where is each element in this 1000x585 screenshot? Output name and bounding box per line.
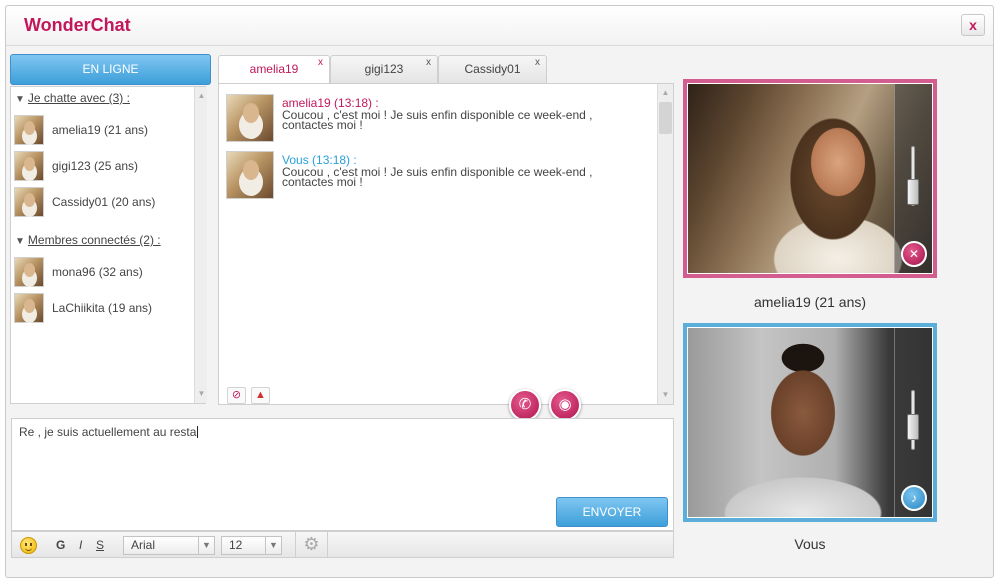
tab-close-icon[interactable]: x: [318, 50, 323, 76]
contact-item[interactable]: amelia19 (21 ans): [14, 115, 192, 147]
avatar: [14, 257, 44, 287]
webcam-icon[interactable]: ◉: [549, 389, 581, 421]
scroll-down-arrow-icon[interactable]: ▼: [659, 388, 672, 402]
underline-button[interactable]: S: [96, 538, 104, 552]
volume-control: ♪: [894, 328, 932, 517]
avatar: [14, 187, 44, 217]
contact-name: amelia19 (21 ans): [52, 123, 149, 137]
font-size-select[interactable]: 12 ▼: [221, 536, 282, 555]
tab-close-icon[interactable]: x: [535, 50, 540, 76]
contact-name: LaChiikita (19 ans): [52, 301, 153, 315]
italic-button[interactable]: I: [79, 538, 82, 552]
contacts-scrollbar[interactable]: ▲ ▼: [194, 87, 207, 403]
title-bar: WonderChat x: [6, 6, 993, 46]
collapse-triangle-icon: ▼: [15, 94, 25, 105]
contact-name: mona96 (32 ans): [52, 265, 143, 279]
contact-item[interactable]: gigi123 (25 ans): [14, 151, 192, 183]
contact-name: gigi123 (25 ans): [52, 159, 139, 173]
scroll-thumb[interactable]: [659, 102, 672, 134]
speaker-icon[interactable]: ♪: [901, 485, 927, 511]
format-toolbar: G I S Arial ▼ 12 ▼ ⚙: [11, 531, 674, 558]
scroll-up-arrow-icon[interactable]: ▲: [659, 86, 672, 100]
message-input-text: Re , je suis actuellement au resta: [19, 425, 197, 439]
contact-item[interactable]: LaChiikita (19 ans): [14, 293, 192, 325]
volume-slider-handle[interactable]: [907, 414, 919, 440]
avatar: [14, 151, 44, 181]
app-title: WonderChat: [24, 15, 131, 35]
scroll-up-arrow-icon[interactable]: ▲: [195, 89, 208, 103]
phone-call-icon[interactable]: ✆: [509, 389, 541, 421]
report-warning-icon[interactable]: ▲: [251, 387, 270, 404]
contact-item[interactable]: Cassidy01 (20 ans): [14, 187, 192, 219]
volume-slider-handle[interactable]: [907, 179, 919, 205]
remote-video: ✕: [683, 79, 937, 278]
chevron-down-icon: ▼: [265, 537, 281, 554]
chevron-down-icon: ▼: [198, 537, 214, 554]
smiley-icon[interactable]: [20, 537, 37, 554]
online-button[interactable]: EN LIGNE: [10, 54, 211, 85]
chat-scrollbar[interactable]: ▲ ▼: [657, 84, 673, 404]
contact-name: Cassidy01 (20 ans): [52, 195, 156, 209]
local-video-caption: Vous: [794, 536, 826, 552]
gear-icon[interactable]: ⚙: [295, 532, 328, 557]
send-button[interactable]: ENVOYER: [556, 497, 668, 527]
volume-control: ✕: [894, 84, 932, 273]
tab-cassidy01[interactable]: Cassidy01 x: [438, 55, 547, 83]
chat-log: amelia19 (13:18) : Coucou , c'est moi ! …: [218, 83, 674, 405]
tab-close-icon[interactable]: x: [426, 50, 431, 76]
contact-item[interactable]: mona96 (32 ans): [14, 257, 192, 289]
avatar: [226, 94, 274, 142]
avatar: [14, 115, 44, 145]
close-button[interactable]: x: [961, 14, 985, 36]
contacts-panel: ▼ Je chatte avec (3) : amelia19 (21 ans) …: [10, 86, 207, 404]
collapse-triangle-icon: ▼: [15, 236, 25, 247]
bold-button[interactable]: G: [56, 538, 65, 552]
group-header-members[interactable]: ▼ Membres connectés (2) :: [15, 233, 161, 247]
message-text: Coucou , c'est moi ! Je suis enfin dispo…: [282, 108, 593, 132]
tab-gigi123[interactable]: gigi123 x: [330, 55, 438, 83]
local-video: ♪: [683, 323, 937, 522]
tab-amelia19[interactable]: amelia19 x: [218, 55, 330, 84]
scroll-down-arrow-icon[interactable]: ▼: [195, 387, 208, 401]
remote-video-caption: amelia19 (21 ans): [753, 294, 867, 310]
message-text: Coucou , c'est moi ! Je suis enfin dispo…: [282, 165, 593, 189]
avatar: [14, 293, 44, 323]
avatar: [226, 151, 274, 199]
group-header-chatting[interactable]: ▼ Je chatte avec (3) :: [15, 91, 130, 105]
block-icon[interactable]: ⊘: [227, 387, 246, 404]
font-select[interactable]: Arial ▼: [123, 536, 215, 555]
speaker-muted-icon[interactable]: ✕: [901, 241, 927, 267]
